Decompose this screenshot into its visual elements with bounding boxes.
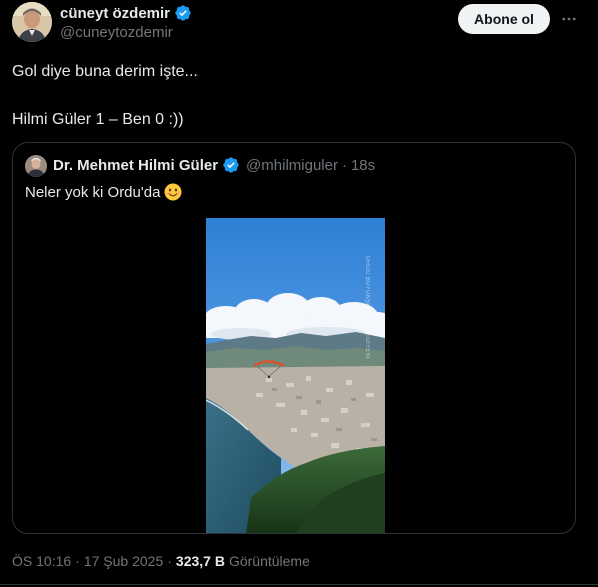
quoted-header: Dr. Mehmet Hilmi Güler @mhilmiguler · 18… xyxy=(53,156,375,174)
author-avatar[interactable] xyxy=(12,2,52,42)
quoted-media-video[interactable]: ORDU BÜYÜKŞEHİR BELEDİYESİ xyxy=(206,218,385,533)
author-name-row: cüneyt özdemir xyxy=(60,4,192,22)
quoted-separator: · xyxy=(341,156,347,174)
quoted-text-row: Neler yok ki Ordu'da xyxy=(25,183,182,201)
tweet-text-line-2: Hilmi Güler 1 – Ben 0 :)) xyxy=(12,111,184,128)
smiling-face-emoji xyxy=(164,183,182,201)
meta-separator-2: · xyxy=(167,553,172,569)
verified-badge-icon xyxy=(175,5,191,21)
author-display-name[interactable]: cüneyt özdemir xyxy=(60,5,170,22)
quoted-profile-photo xyxy=(25,155,47,177)
quoted-author-avatar[interactable] xyxy=(25,155,47,177)
quoted-tweet-card[interactable]: Dr. Mehmet Hilmi Güler @mhilmiguler · 18… xyxy=(12,142,576,534)
media-watermark: ORDU BÜYÜKŞEHİR BELEDİYESİ xyxy=(364,256,370,359)
tweet-time[interactable]: ÖS 10:16 xyxy=(12,553,71,569)
quoted-display-name[interactable]: Dr. Mehmet Hilmi Güler xyxy=(53,157,218,174)
quoted-handle[interactable]: @mhilmiguler xyxy=(246,157,338,174)
views-count: 323,7 B xyxy=(175,553,225,569)
bottom-divider xyxy=(0,584,598,585)
quoted-text: Neler yok ki Ordu'da xyxy=(25,183,161,201)
tweet-container: cüneyt özdemir @cuneytozdemir Abone ol G… xyxy=(0,0,598,587)
tweet-text-line-1: Gol diye buna derim işte... xyxy=(12,63,198,80)
tweet-meta: ÖS 10:16 · 17 Şub 2025 · 323,7 B Görüntü… xyxy=(12,553,310,569)
quoted-timestamp[interactable]: 18s xyxy=(351,157,375,174)
tweet-text: Gol diye buna derim işte... Hilmi Güler … xyxy=(12,60,572,132)
tweet-date[interactable]: 17 Şub 2025 xyxy=(84,553,163,569)
follow-button[interactable]: Abone ol xyxy=(458,4,550,34)
more-options-button[interactable] xyxy=(558,8,580,30)
views-label: Görüntüleme xyxy=(228,553,310,569)
meta-separator-1: · xyxy=(75,553,80,569)
author-handle[interactable]: @cuneytozdemir xyxy=(60,24,173,41)
more-horizontal-icon xyxy=(562,17,576,21)
profile-photo xyxy=(12,2,52,42)
quoted-verified-badge-icon xyxy=(223,157,239,173)
